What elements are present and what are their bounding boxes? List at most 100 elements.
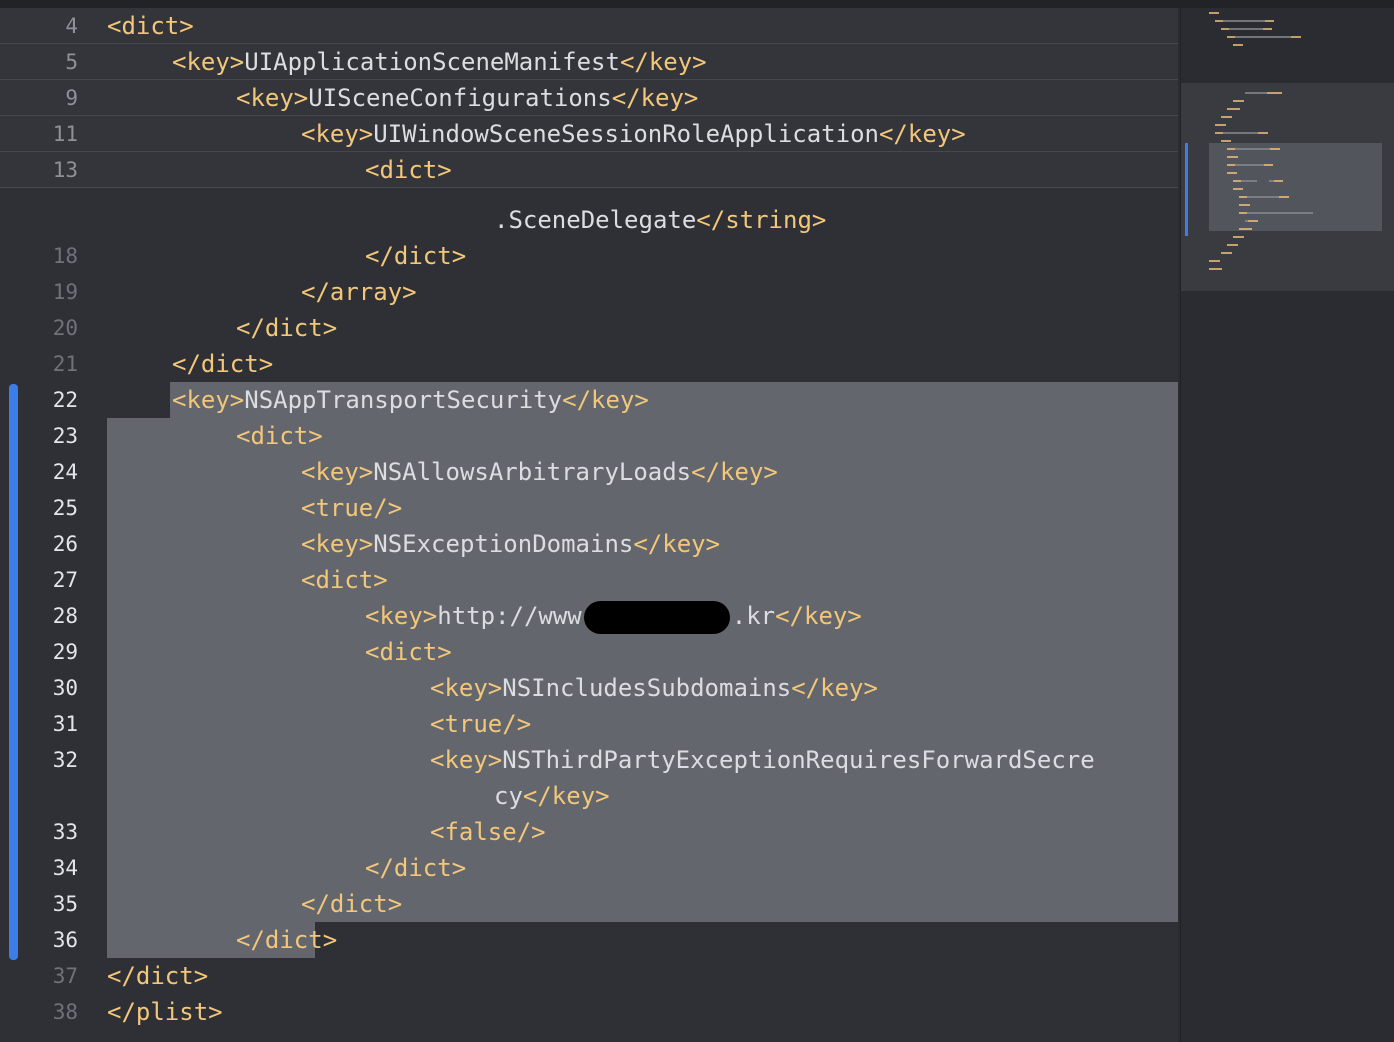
minimap-line [1235,148,1271,150]
xml-tag: </array> [301,278,417,306]
code-text[interactable]: </array> [301,274,417,310]
code-text[interactable]: </dict> [172,346,273,382]
xml-tag: </key> [562,386,649,414]
code-line[interactable]: 31 <true/> [0,706,1178,742]
code-line[interactable]: 30 <key>NSIncludesSubdomains</key> [0,670,1178,706]
line-number: 38 [52,1000,78,1024]
minimap-line [1209,260,1221,262]
code-line[interactable]: 21 </dict> [0,346,1178,382]
code-text[interactable]: </dict> [365,850,466,886]
xml-value: cy [494,782,523,810]
code-line[interactable]: 38 </plist> [0,994,1178,1030]
xml-tag: </key> [878,120,966,148]
xml-value: UISceneConfigurations [308,84,612,112]
minimap-line [1221,28,1229,30]
xml-tag: </dict> [365,242,467,270]
code-text[interactable]: <key>NSAppTransportSecurity</key> [172,382,649,418]
code-line[interactable]: 23 <dict> [0,418,1178,454]
code-text[interactable]: </dict> [365,238,466,274]
code-line[interactable]: 37 </dict> [0,958,1178,994]
redacted-domain [583,600,730,634]
code-line[interactable]: 13 <dict> [0,152,1178,188]
code-text[interactable]: <dict> [107,8,194,44]
minimap-line [1239,212,1247,214]
xml-value: NSThirdPartyExceptionRequiresForwardSecr… [502,746,1095,774]
code-line[interactable]: 28 <key>http://www .kr</key> [0,598,1178,634]
code-text[interactable]: cy</key> [494,778,610,814]
minimap-line [1233,44,1243,46]
code-text[interactable]: <key>UISceneConfigurations</key> [236,80,698,116]
minimap-line [1227,244,1239,246]
code-line[interactable]: 33 <false/> [0,814,1178,850]
code-line[interactable]: 18 </dict> [0,238,1178,274]
line-number: 20 [52,316,78,340]
minimap-line [1233,100,1245,102]
code-text[interactable]: </dict> [236,310,337,346]
code-line[interactable]: 27 <dict> [0,562,1178,598]
code-text[interactable]: <key>NSAllowsArbitraryLoads</key> [301,454,778,490]
code-line[interactable]: .SceneDelegate</string> [0,202,1178,238]
source-control-change-bar[interactable] [9,384,18,960]
sticky-scope-header[interactable]: 4 <dict> 5 <key>UIApplicationSceneManifest<… [0,8,1178,188]
code-line[interactable]: 26 <key>NSExceptionDomains</key> [0,526,1178,562]
minimap-change-marker [1185,143,1188,236]
xml-tag: <true/> [301,494,403,522]
code-text[interactable]: <key>NSExceptionDomains</key> [301,526,720,562]
minimap-line [1233,180,1241,182]
xml-tag: </key> [522,782,610,810]
xml-tag: </dict> [236,926,338,954]
code-text[interactable]: </dict> [236,922,337,958]
code-line[interactable]: cy</key> [0,778,1178,814]
code-text[interactable]: <dict> [365,634,452,670]
code-line[interactable]: 36 </dict> [0,922,1178,958]
xml-value: .SceneDelegate [494,206,697,234]
code-text[interactable]: <false/> [430,814,546,850]
minimap-line [1258,132,1268,134]
code-text[interactable]: </plist> [107,994,223,1030]
xml-tag: <key> [430,674,503,702]
minimap[interactable] [1180,8,1394,1042]
code-line[interactable]: 11 <key>UIWindowSceneSessionRoleApplicati… [0,116,1178,152]
code-text[interactable]: <key>NSThirdPartyExceptionRequiresForwar… [430,742,1095,778]
code-line[interactable]: 25 <true/> [0,490,1178,526]
code-line[interactable]: 32 <key>NSThirdPartyExceptionRequiresForw… [0,742,1178,778]
code-line[interactable]: 24 <key>NSAllowsArbitraryLoads</key> [0,454,1178,490]
minimap-line [1270,148,1280,150]
line-number: 9 [65,86,78,110]
selection-highlight [107,562,1178,598]
xml-tag: <false/> [430,818,546,846]
code-line[interactable]: 22 <key>NSAppTransportSecurity</key> [0,382,1178,418]
code-text[interactable]: <dict> [301,562,388,598]
code-text[interactable]: </dict> [301,886,402,922]
code-text[interactable]: <true/> [301,490,402,526]
code-line[interactable]: 29 <dict> [0,634,1178,670]
code-text[interactable]: <key>NSIncludesSubdomains</key> [430,670,878,706]
code-line[interactable]: 4 <dict> [0,8,1178,44]
minimap-line [1279,196,1289,198]
code-line[interactable]: 19 </array> [0,274,1178,310]
code-text[interactable]: <dict> [236,418,323,454]
code-line[interactable]: 5 <key>UIApplicationSceneManifest</key> [0,44,1178,80]
code-text[interactable]: <key>UIWindowSceneSessionRoleApplication… [301,116,966,152]
code-text[interactable]: <dict> [365,152,452,188]
xml-tag: <dict> [301,566,388,594]
xml-tag: </key> [633,530,721,558]
code-text[interactable]: .SceneDelegate</string> [494,202,826,238]
minimap-line [1233,188,1243,190]
code-line[interactable]: 20 </dict> [0,310,1178,346]
code-line[interactable]: 35 </dict> [0,886,1178,922]
xml-tag: <dict> [365,638,452,666]
minimap-line [1245,92,1268,94]
xml-tag: <key> [301,458,374,486]
minimap-line [1264,20,1275,22]
code-text[interactable]: <key>http://www .kr</key> [365,598,862,634]
line-number: 11 [52,122,78,146]
code-line[interactable]: 34 </dict> [0,850,1178,886]
code-text[interactable]: <key>UIApplicationSceneManifest</key> [172,44,707,80]
minimap-line [1247,196,1279,198]
code-text[interactable]: </dict> [107,958,208,994]
code-text[interactable]: <true/> [430,706,531,742]
code-line[interactable]: 9 <key>UISceneConfigurations</key> [0,80,1178,116]
xml-tag: </key> [619,48,707,76]
xml-tag: <key> [365,602,438,630]
